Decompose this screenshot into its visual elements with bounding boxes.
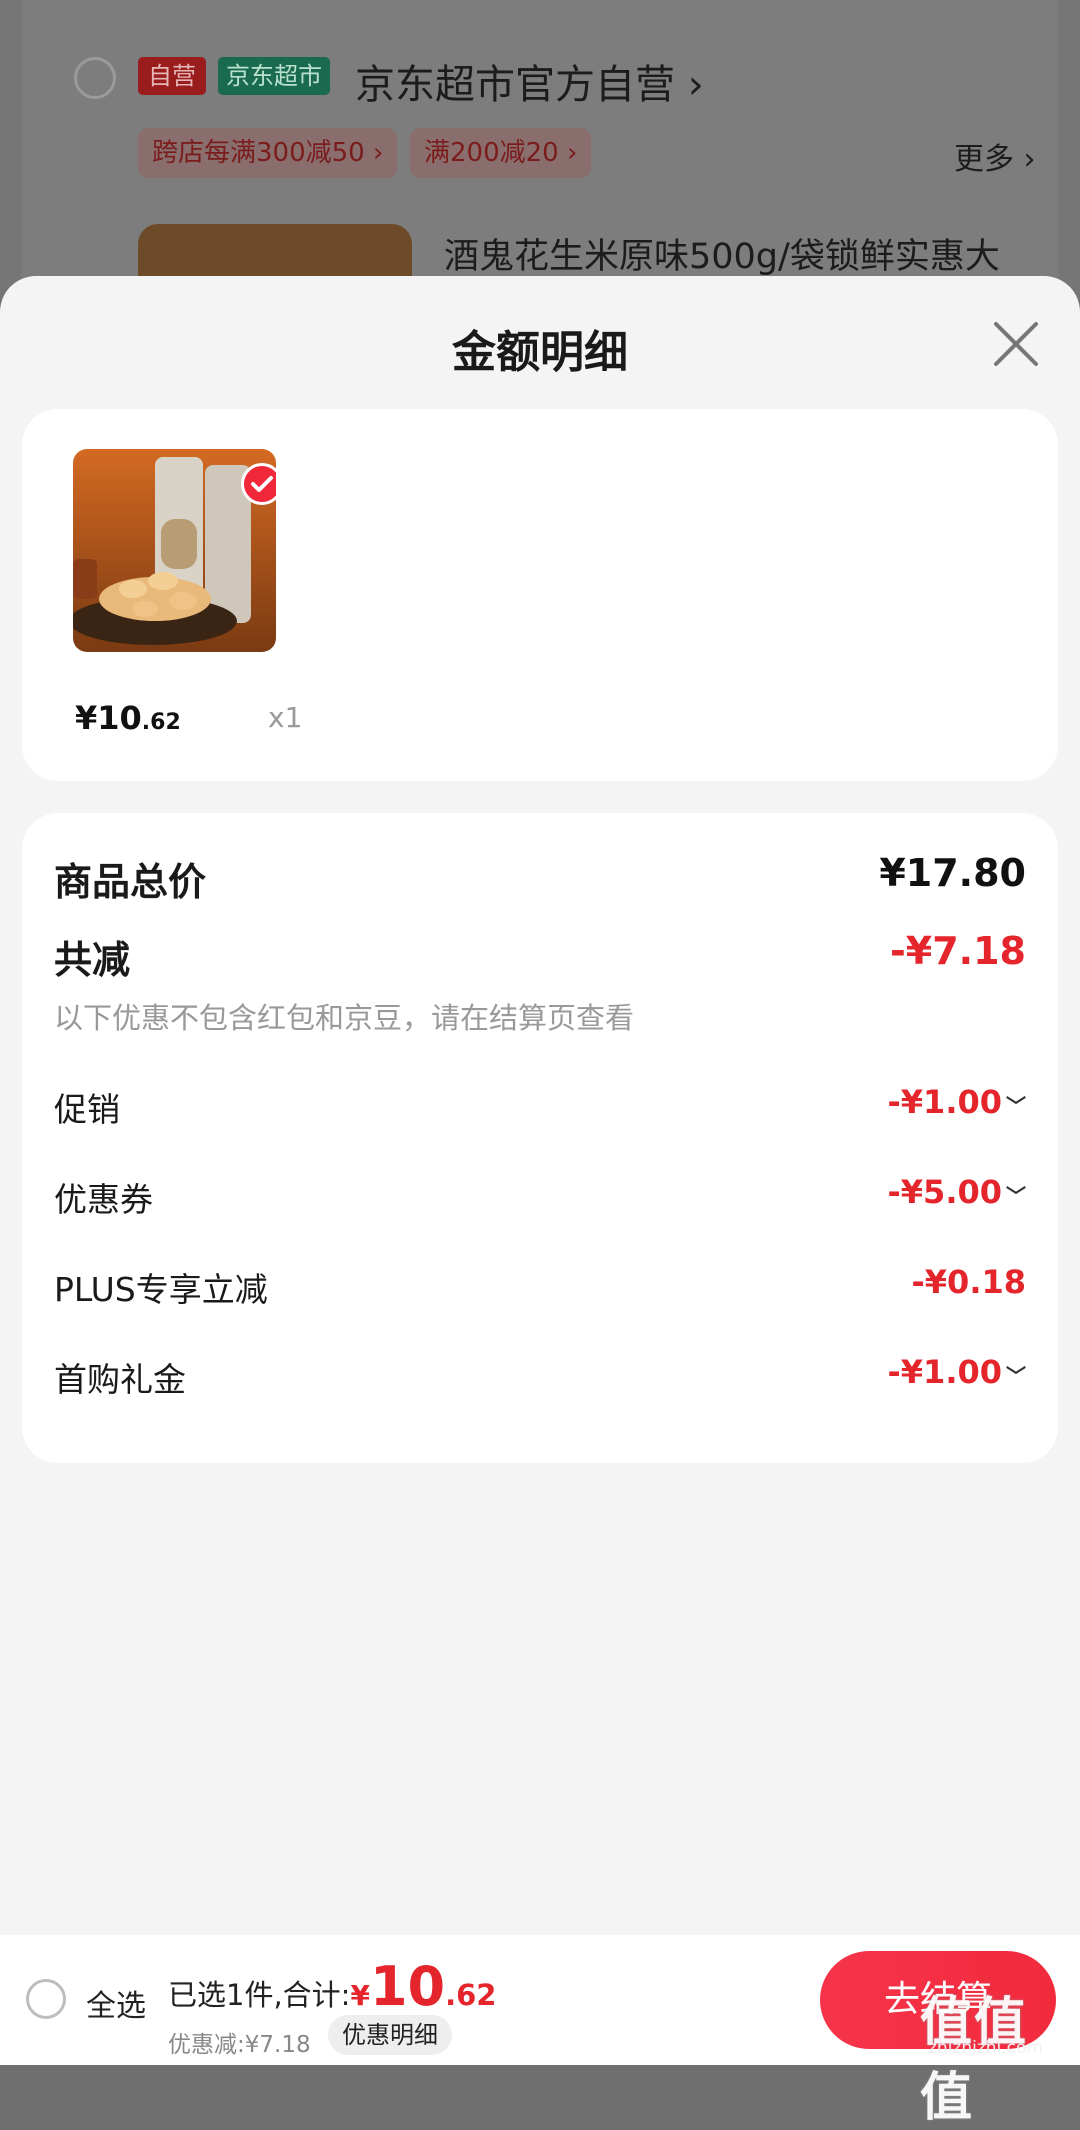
checkout-bar: 全选 已选1件,合计:¥10.62 优惠减:¥7.18 优惠明细 去结算 [0,1935,1080,2065]
discount-detail-button[interactable]: 优惠明细 [328,2015,452,2055]
chevron-down-icon[interactable]: ﹀ [1006,1180,1026,1209]
discount-value: -¥1.00 ﹀ [887,1083,1027,1121]
discount-label: PLUS专享立减 [54,1270,268,1309]
product-image[interactable] [73,449,276,652]
total-reduction-row: 共减 -¥7.18 [54,929,1026,982]
product-price: ¥10.62 [75,699,181,737]
product-price-dec: .62 [141,710,181,735]
total-dec: .62 [445,1978,497,2012]
promo-tag-cross-store: 跨店每满300减50 › [138,128,398,178]
select-all-radio[interactable] [26,1979,66,2019]
product-card: ¥10.62 x1 [22,409,1058,781]
selected-count-text: 已选1件,合计: [168,1978,351,2012]
discount-row-promotion[interactable]: 促销 -¥1.00 ﹀ [54,1083,1027,1129]
discount-label: 优惠券 [54,1180,153,1219]
more-promos-link: 更多 › [954,142,1036,177]
amount-breakdown-card: 商品总价 ¥17.80 共减 -¥7.18 以下优惠不包含红包和京豆，请在结算页… [22,813,1058,1463]
discount-summary: 优惠减:¥7.18 [168,2032,311,2058]
discount-value: -¥5.00 ﹀ [887,1173,1027,1211]
discount-row-first-purchase[interactable]: 首购礼金 -¥1.00 ﹀ [54,1353,1027,1399]
discount-value: -¥1.00 ﹀ [887,1353,1027,1391]
select-all-label[interactable]: 全选 [86,1981,146,2025]
discount-value: -¥0.18 [911,1263,1027,1301]
currency-symbol: ¥ [350,1979,370,2012]
discount-label: 促销 [54,1090,120,1129]
store-name: 京东超市官方自营 › [355,52,704,110]
amount-detail-sheet: 金额明细 ¥10.62 x1 商品总价 ¥17.80 共减 -¥7.18 以下优… [0,276,1080,2065]
promo-tag-200: 满200减20 › [410,128,592,178]
close-icon[interactable] [988,316,1044,372]
chevron-down-icon[interactable]: ﹀ [1006,1090,1026,1119]
product-price-int: ¥10 [75,699,142,737]
background-store-card: 自营 京东超市 京东超市官方自营 › 跨店每满300减50 › 满200减20 … [22,0,1058,344]
store-chevron-icon: › [687,62,704,108]
reduction-hint-text: 以下优惠不包含红包和京豆，请在结算页查看 [54,1001,635,1035]
total-int: 10 [369,1955,446,2018]
discount-row-coupon[interactable]: 优惠券 -¥5.00 ﹀ [54,1173,1027,1219]
total-reduction-label: 共减 [54,938,131,982]
total-price-row: 商品总价 ¥17.80 [54,851,1026,904]
discount-label: 首购礼金 [54,1360,186,1399]
background-product-title: 酒鬼花生米原味500g/袋锁鲜实惠大 [444,237,1000,277]
selection-summary: 已选1件,合计:¥10.62 [168,1955,496,2018]
total-price-label: 商品总价 [54,860,207,904]
discount-row-plus: PLUS专享立减 -¥0.18 [54,1263,1027,1309]
product-quantity: x1 [268,701,303,734]
chevron-down-icon[interactable]: ﹀ [1006,1360,1026,1389]
self-operated-tag: 自营 [138,57,206,95]
total-reduction-value: -¥7.18 [890,929,1026,973]
selected-check-icon [241,463,276,505]
sheet-title: 金额明细 [452,327,628,378]
watermark-url: zhizhizhi.com [928,2038,1043,2058]
background-cart: 自营 京东超市 京东超市官方自营 › 跨店每满300减50 › 满200减20 … [0,0,1080,344]
store-name-text: 京东超市官方自营 [355,62,675,108]
total-price-value: ¥17.80 [879,851,1026,895]
store-select-radio [74,57,116,99]
jd-supermarket-tag: 京东超市 [218,57,330,95]
